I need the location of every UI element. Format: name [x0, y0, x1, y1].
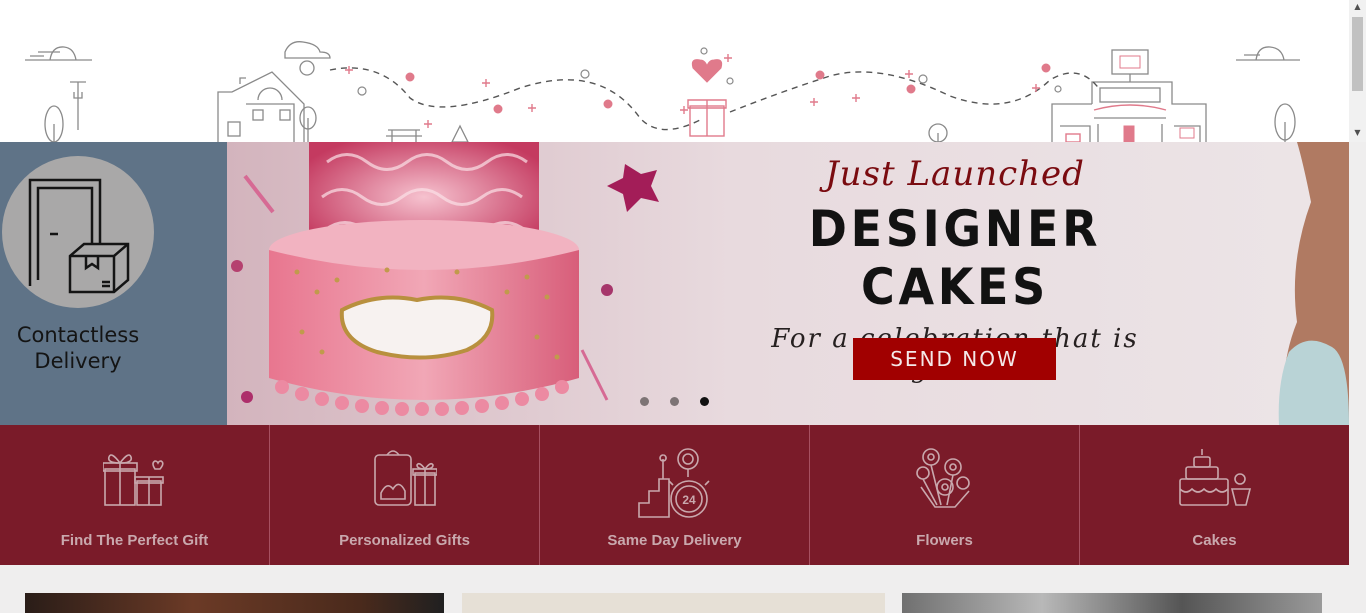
category-cakes[interactable]: Cakes: [1080, 425, 1349, 565]
hero-kicker: Just Launched: [825, 154, 1085, 194]
contactless-delivery-panel[interactable]: Contactless Delivery: [0, 142, 227, 425]
gift-boxes-icon: [102, 454, 164, 506]
product-card-2[interactable]: [462, 593, 885, 613]
category-label: Same Day Delivery: [607, 532, 742, 549]
category-find-the-perfect-gift[interactable]: Find The Perfect Gift: [0, 425, 270, 565]
send-now-button[interactable]: SEND NOW: [853, 338, 1056, 380]
cakes-icon: [1178, 449, 1251, 506]
contactless-badge: [2, 156, 154, 308]
product-card-1[interactable]: [25, 593, 444, 613]
same-day-delivery-icon: 24: [637, 448, 710, 518]
contactless-delivery-label: Contactless Delivery: [16, 323, 140, 373]
page-scrollbar[interactable]: ▲ ▼: [1349, 0, 1366, 142]
personalized-gift-icon: [373, 450, 437, 506]
category-same-day-delivery[interactable]: 24 Same Day Delivery: [540, 425, 810, 565]
door-package-icon: [28, 178, 130, 294]
town-skyline-illustration: [25, 41, 1300, 142]
carousel-dot-3[interactable]: [700, 397, 709, 406]
svg-text:24: 24: [682, 493, 696, 507]
category-label: Flowers: [916, 532, 973, 549]
product-card-3[interactable]: [902, 593, 1322, 613]
category-strip: Find The Perfect Gift Personalized Gifts: [0, 425, 1349, 565]
flowers-icon: [915, 448, 970, 508]
product-row: [0, 565, 1349, 613]
hero-banner[interactable]: Contactless Delivery Just Launched DESIG…: [0, 142, 1349, 425]
category-label: Personalized Gifts: [339, 532, 470, 549]
category-flowers[interactable]: Flowers: [810, 425, 1080, 565]
carousel-dot-2[interactable]: [670, 397, 679, 406]
category-label: Cakes: [1192, 532, 1237, 549]
carousel-dot-1[interactable]: [640, 397, 649, 406]
scroll-up-arrow-icon[interactable]: ▲: [1349, 0, 1366, 14]
scrollbar-thumb[interactable]: [1352, 17, 1363, 91]
category-personalized-gifts[interactable]: Personalized Gifts: [270, 425, 540, 565]
hero-headline: DESIGNER CAKES: [808, 200, 1102, 316]
category-label: Find The Perfect Gift: [60, 532, 209, 549]
scroll-down-arrow-icon[interactable]: ▼: [1349, 126, 1366, 140]
header-illustration: [0, 0, 1333, 142]
